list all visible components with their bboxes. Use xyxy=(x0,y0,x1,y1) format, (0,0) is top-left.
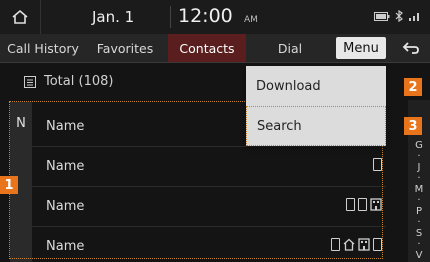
tab-label: Dial xyxy=(277,40,303,56)
callout-marker-2: 2 xyxy=(404,78,422,96)
total-label: Total (108) xyxy=(44,74,114,89)
menu-button[interactable]: Menu xyxy=(336,37,386,59)
status-date: Jan. 1 xyxy=(92,8,135,26)
phone-icon xyxy=(346,198,355,211)
index-letter[interactable]: M xyxy=(408,184,430,195)
total-count: Total (108) xyxy=(24,74,113,89)
back-arrow-icon xyxy=(402,42,419,54)
tab-label: Favorites xyxy=(96,40,154,56)
tab-dial[interactable]: Dial xyxy=(250,34,330,62)
signal-icon xyxy=(409,13,419,21)
phone-icon xyxy=(373,158,382,171)
status-ampm: AM xyxy=(244,15,258,25)
contact-row[interactable]: Name xyxy=(32,186,386,227)
status-bar: Jan. 1 12:00 AM xyxy=(0,0,430,34)
index-letter[interactable]: P xyxy=(408,206,430,217)
phone-icon xyxy=(358,198,367,211)
tab-label: Contacts xyxy=(179,40,235,56)
battery-icon xyxy=(374,11,390,21)
status-divider xyxy=(170,6,171,28)
menu-dropdown: Download Search xyxy=(246,66,386,146)
index-letter[interactable]: S xyxy=(408,228,430,239)
tab-call-history[interactable]: Call History xyxy=(0,34,86,62)
contact-name: Name xyxy=(46,239,85,254)
status-icons xyxy=(374,10,422,22)
menu-item-search[interactable]: Search xyxy=(246,106,386,146)
index-letter[interactable]: V xyxy=(408,250,430,261)
list-icon xyxy=(24,75,36,88)
contact-name: Name xyxy=(46,199,85,214)
tab-favorites[interactable]: Favorites xyxy=(86,34,164,62)
phone-icon xyxy=(331,238,340,251)
index-letter: N xyxy=(16,116,26,131)
contact-name: Name xyxy=(46,159,85,174)
index-letter[interactable]: J xyxy=(408,162,430,173)
home-icon xyxy=(12,9,28,24)
contact-type-icons xyxy=(346,198,382,211)
status-time: 12:00 xyxy=(178,5,233,27)
tab-contacts[interactable]: Contacts xyxy=(168,34,246,62)
contact-row[interactable]: Name xyxy=(32,146,386,187)
index-letter[interactable]: G xyxy=(408,140,430,151)
tab-bar: Call History Favorites Contacts Dial Men… xyxy=(0,34,430,63)
contact-row[interactable]: Name xyxy=(32,226,386,262)
callout-marker-3: 3 xyxy=(404,117,422,135)
contact-name: Name xyxy=(46,119,85,134)
phone-icon xyxy=(373,238,382,251)
contacts-screen: Jan. 1 12:00 AM Call History Favorites C… xyxy=(0,0,430,262)
bluetooth-icon xyxy=(395,10,403,22)
callout-marker-1: 1 xyxy=(0,176,18,194)
tab-label: Call History xyxy=(7,40,79,56)
back-button[interactable] xyxy=(392,34,430,62)
home-small-icon xyxy=(343,238,355,251)
contact-type-icons xyxy=(373,158,382,171)
contact-type-icons xyxy=(331,238,382,251)
office-icon xyxy=(358,238,370,251)
office-icon xyxy=(370,198,382,211)
alphabet-index[interactable]: G · J · M · P · S · V xyxy=(408,140,430,261)
home-button[interactable] xyxy=(0,0,41,34)
menu-item-download[interactable]: Download xyxy=(246,66,386,106)
